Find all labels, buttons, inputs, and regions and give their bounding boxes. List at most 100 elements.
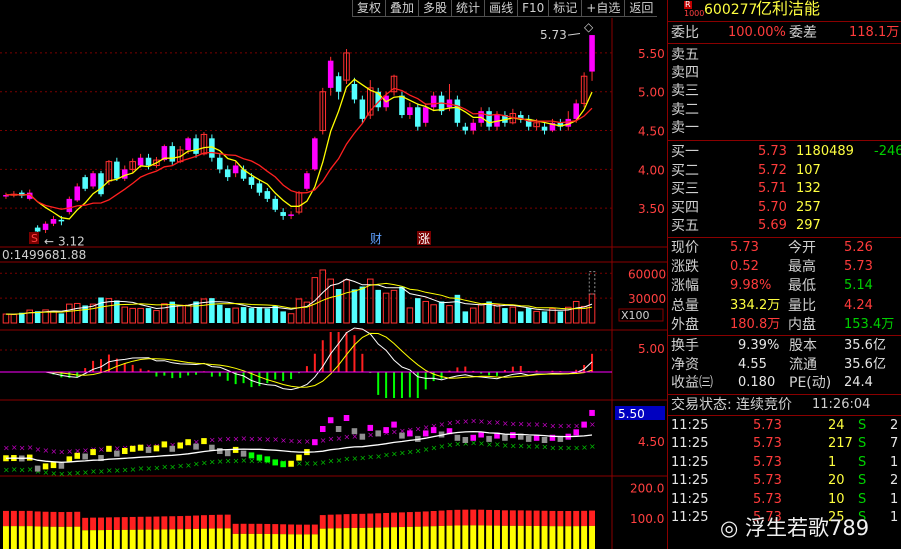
volume-bar [26, 309, 33, 324]
candle-body [430, 95, 437, 108]
tick-count: 2 [890, 418, 899, 433]
finance-label: 收益㈢ [671, 375, 713, 392]
price-tick-label: 5.50 [638, 47, 665, 61]
candle-body [185, 138, 191, 150]
ma10-line [5, 87, 593, 210]
candle-body [312, 138, 318, 170]
mark-button[interactable]: 标记 [548, 0, 582, 17]
indicator-block [74, 452, 81, 459]
finance-label: 换手 [671, 338, 699, 354]
lower-band-mark: × [375, 452, 382, 461]
indicator-block [129, 445, 136, 452]
upper-band-mark: × [43, 446, 50, 455]
upper-band-mark: × [328, 435, 335, 444]
fuquan-button[interactable]: 复权 [352, 0, 386, 17]
volume-forecast-bar [588, 271, 596, 295]
quote-value: 5.14 [844, 278, 873, 294]
candle-body [224, 169, 231, 178]
indicator-block [407, 430, 413, 437]
upper-band-mark: × [494, 418, 501, 427]
back-button[interactable]: 返回 [624, 0, 658, 17]
buy-level-label: 买一 [671, 144, 699, 160]
candle-body [541, 126, 548, 131]
candle-body [50, 219, 57, 224]
volume-bar [121, 306, 129, 324]
lower-band-mark: × [336, 456, 343, 465]
volume-bar [399, 286, 405, 323]
candle-body [335, 76, 342, 92]
f10-button[interactable]: F10 [517, 0, 549, 17]
candle-body [486, 111, 492, 127]
volume-bar [217, 304, 223, 323]
candle-body [169, 146, 176, 162]
quote-value: 180.8万 [730, 316, 781, 332]
volume-bar [295, 298, 303, 324]
high-price-label: 5.73 [540, 28, 567, 42]
upper-band-mark: × [11, 443, 18, 452]
candle-body [145, 157, 152, 166]
indicator-block [343, 415, 350, 421]
lower-band-mark: × [98, 467, 105, 476]
order-diff-value: 118.1万 [849, 25, 900, 40]
volume-bar [129, 307, 136, 324]
trade-status-value: 连续竞价 [736, 397, 792, 413]
candle-body [137, 157, 144, 166]
indicator-block [383, 427, 389, 434]
tick-side: S [858, 473, 867, 489]
lower-band-mark: × [351, 454, 358, 463]
upper-band-mark: × [367, 431, 374, 440]
lower-band-mark: × [209, 458, 216, 467]
order-ratio-value: 100.00% [728, 25, 786, 40]
lower-band-mark: × [431, 444, 438, 453]
volume-label: 0:1499681.88 [2, 248, 86, 262]
candle-body [34, 227, 41, 232]
add-watchlist-button[interactable]: +自选 [581, 0, 625, 17]
indicator-value-label: 5.50 [618, 407, 645, 421]
tick-time: 11:25 [671, 510, 709, 525]
lower-band-mark: × [320, 458, 327, 467]
upper-band-mark: × [542, 421, 549, 430]
volume-bar [224, 308, 231, 323]
finance-label: 股本 [789, 338, 817, 354]
finance-value: 9.39% [738, 338, 780, 353]
upper-band-mark: × [98, 445, 105, 454]
dea-line [6, 332, 593, 388]
indicator-tick-label: 4.50 [638, 435, 665, 449]
lower-band-mark: × [478, 439, 485, 448]
kline-chart[interactable]: 5.50 5.00 4.50 4.00 3.50 5.73 3.12 ← S 财 涨 ◇ 0:14996… [0, 0, 667, 549]
quote-value: 5.26 [844, 240, 873, 255]
overlay-button[interactable]: 叠加 [385, 0, 419, 17]
sell-level-1: 卖一 [671, 120, 699, 136]
upper-band-mark: × [288, 437, 295, 446]
lower-band-mark: × [233, 456, 240, 465]
upper-band-mark: × [241, 434, 248, 443]
indicator-block [319, 426, 326, 432]
upper-band-mark: × [391, 427, 398, 436]
s-marker: S [31, 232, 38, 245]
stock-code: 600277 [704, 2, 758, 18]
lower-band-mark: × [573, 443, 580, 452]
lower-band-mark: × [11, 465, 18, 474]
stock-name: 亿利洁能 [756, 0, 821, 18]
multi-stock-button[interactable]: 多股 [418, 0, 452, 17]
lower-band-mark: × [82, 468, 89, 477]
volume-bar [10, 314, 18, 324]
tick-volume: 217 [828, 436, 853, 452]
rights-badge: R [684, 0, 692, 9]
tick-count: 1 [890, 510, 899, 525]
lower-band-mark: × [391, 449, 398, 458]
low-pointer: ← [44, 235, 54, 249]
volume-bar [319, 269, 327, 324]
bottom-tick-label: 200.0 [630, 481, 664, 495]
statistics-button[interactable]: 统计 [451, 0, 485, 17]
lower-band-mark: × [225, 457, 232, 466]
indicator-block [399, 432, 405, 439]
lower-band-mark: × [43, 468, 50, 477]
quote-label: 最高 [788, 259, 816, 276]
volume-bar [438, 301, 445, 323]
lower-band-mark: × [161, 463, 168, 472]
diamond-icon: ◇ [584, 20, 594, 34]
draw-line-button[interactable]: 画线 [484, 0, 518, 17]
lower-band-mark: × [217, 457, 224, 466]
quote-value: 5.73 [844, 259, 873, 275]
